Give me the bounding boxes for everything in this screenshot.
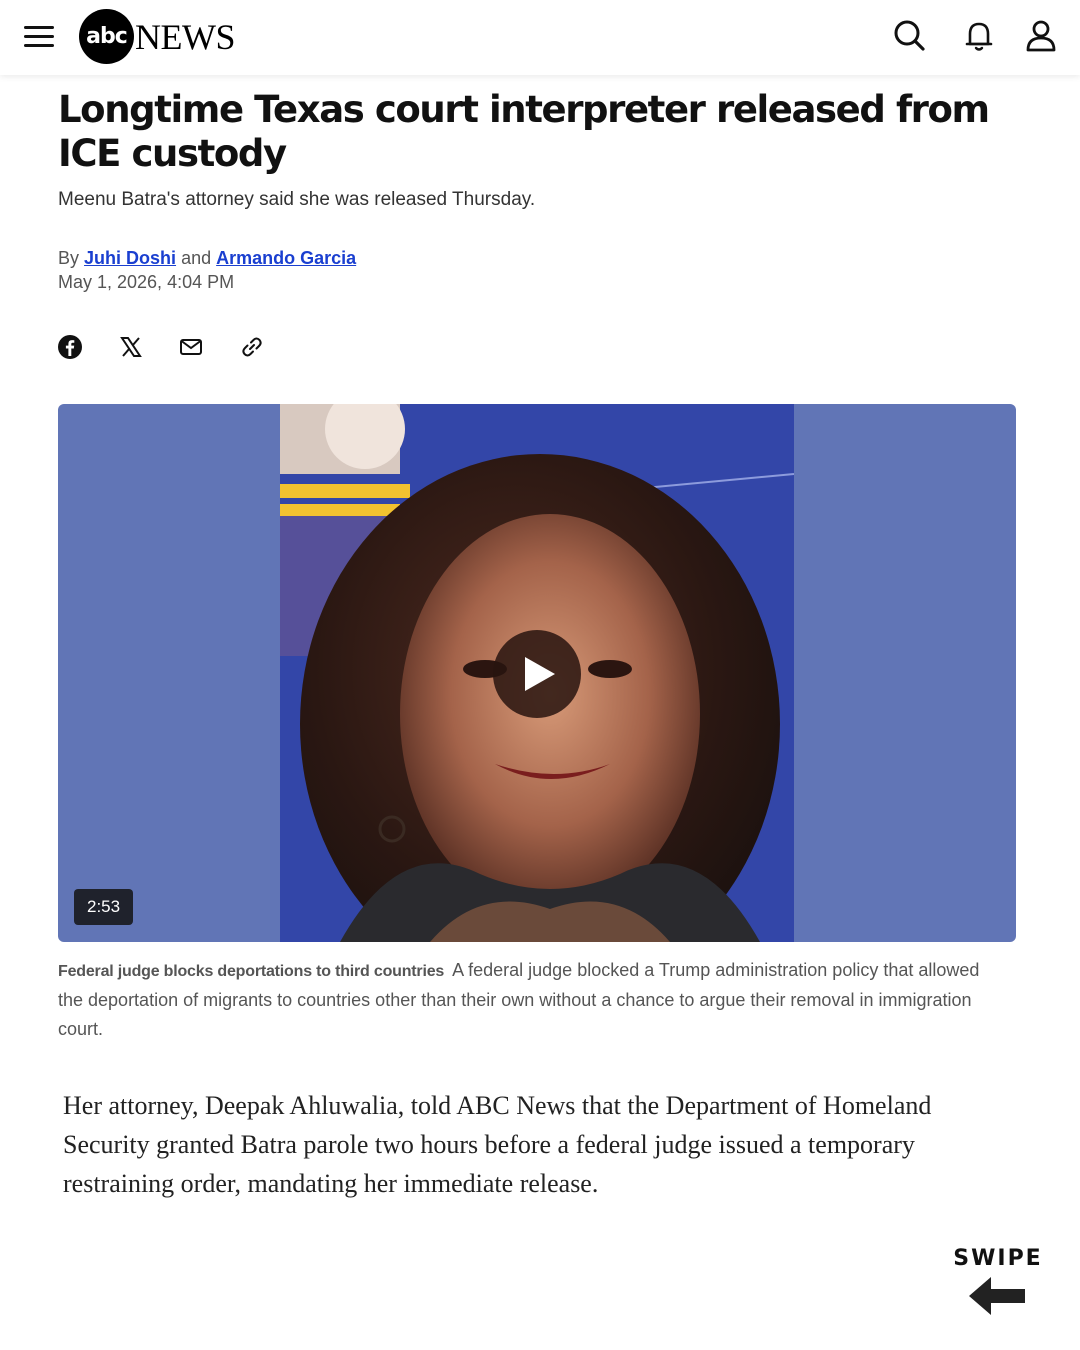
caption-title: Federal judge blocks deportations to thi… xyxy=(58,963,445,980)
link-icon[interactable] xyxy=(238,333,266,361)
author-link-juhi-doshi[interactable]: Juhi Doshi xyxy=(84,248,176,268)
video-player[interactable]: 2:53 xyxy=(58,404,1016,942)
logo-mark: abc xyxy=(79,9,134,64)
email-icon[interactable] xyxy=(177,333,205,361)
swipe-hint[interactable]: SWIPE xyxy=(952,1246,1044,1319)
article-paragraph: Her attorney, Deepak Ahluwalia, told ABC… xyxy=(63,1091,932,1198)
top-navigation-bar: abc NEWS xyxy=(0,0,1080,75)
video-caption: Federal judge blocks deportations to thi… xyxy=(58,956,1008,1044)
article-subhead: Meenu Batra's attorney said she was rele… xyxy=(58,189,536,210)
arrow-left-icon xyxy=(969,1277,1025,1315)
author-link-armando-garcia[interactable]: Armando Garcia xyxy=(216,248,356,268)
swipe-label: SWIPE xyxy=(953,1246,1043,1271)
page-title: Longtime Texas court interpreter release… xyxy=(58,88,990,175)
play-button[interactable] xyxy=(493,630,581,718)
byline: By Juhi Doshi and Armando Garcia xyxy=(58,248,356,269)
x-icon[interactable] xyxy=(117,333,145,361)
bell-icon[interactable] xyxy=(960,17,998,55)
byline-prefix: By xyxy=(58,248,80,268)
abc-news-logo[interactable]: abc NEWS xyxy=(79,9,236,64)
play-icon xyxy=(525,657,555,691)
byline-conjunction: and xyxy=(181,248,212,268)
video-duration-badge: 2:53 xyxy=(74,889,134,925)
logo-wordmark: NEWS xyxy=(135,16,236,57)
user-icon[interactable] xyxy=(1022,17,1060,55)
publish-date: May 1, 2026, 4:04 PM xyxy=(58,272,235,292)
facebook-icon[interactable] xyxy=(56,333,84,361)
search-icon[interactable] xyxy=(890,17,928,55)
menu-icon[interactable] xyxy=(22,22,56,52)
